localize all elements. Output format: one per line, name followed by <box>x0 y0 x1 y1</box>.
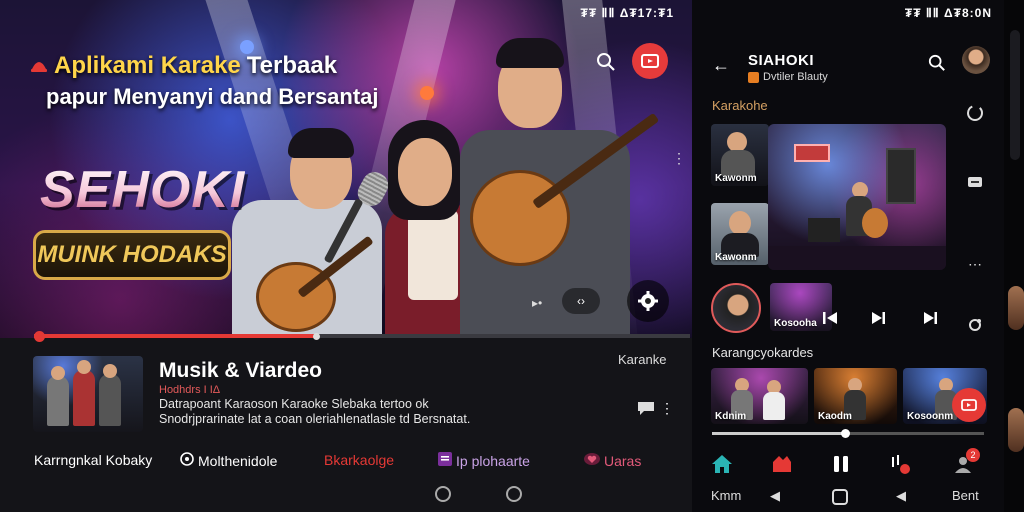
status-bar: ₮₮ ⅡⅡ Δ₮17:₮1 <box>580 6 674 20</box>
hero-title-accent: Aplikami Karake <box>54 52 241 79</box>
thumbnail-label: Kawonm <box>715 252 757 263</box>
account-icon[interactable]: 2 <box>950 448 980 476</box>
caret-icon[interactable]: ▸• <box>532 296 542 310</box>
nav-item-label: Ip plohaarte <box>456 452 530 469</box>
playback-progress-fill <box>34 334 317 338</box>
play-icon[interactable] <box>870 310 886 331</box>
system-home-button[interactable] <box>435 486 451 502</box>
video-thumbnail[interactable]: Kawonm <box>711 203 769 265</box>
status-bar: ₮₮ ⅡⅡ Δ₮8:0N <box>904 6 992 20</box>
nav-item-label: Uaras <box>604 452 642 469</box>
thumbnail-label: Kaodm <box>818 411 852 422</box>
section-heading: Karangcyokardes <box>712 345 814 360</box>
hero-subtitle: papur Menyanyi dand Bersantaj <box>46 84 379 109</box>
home-icon[interactable] <box>708 452 736 476</box>
cast-button[interactable] <box>952 388 986 422</box>
pause-icon[interactable] <box>827 452 855 476</box>
edge-thumbnail[interactable] <box>1008 286 1024 330</box>
channel-title: SIAHOKI <box>748 52 815 69</box>
video-thumbnail[interactable]: Kaodm <box>814 368 897 424</box>
avatar[interactable] <box>962 46 990 74</box>
channel-badge-icon <box>748 71 759 83</box>
refresh-icon[interactable] <box>964 102 986 124</box>
back-arrow-icon[interactable]: ← <box>712 55 730 76</box>
brand-badge: MUINK HODAKS <box>33 230 231 280</box>
loop-icon[interactable] <box>964 314 986 336</box>
nav-item-karaoke[interactable]: Karrngnkal Kobaky <box>34 452 152 468</box>
hero-title: Aplikami Karake Terbaak <box>30 52 337 80</box>
explore-icon[interactable] <box>768 452 796 476</box>
nav-item-label: Karrngnkal Kobaky <box>34 452 153 468</box>
video-thumbnail[interactable]: Kawonm <box>711 124 769 186</box>
neon-sign <box>794 144 830 162</box>
system-recents-button[interactable] <box>506 486 522 502</box>
thumbnail-label: Kawonm <box>715 173 757 184</box>
caption-icon[interactable] <box>964 172 986 194</box>
cast-button[interactable] <box>632 43 668 79</box>
cast-icon <box>641 54 659 68</box>
thumbnail-label: Kosoonm <box>907 411 954 422</box>
library-icon[interactable] <box>886 452 914 476</box>
channel-subtitle-text: Dvtiler Blauty <box>763 71 828 83</box>
previous-icon[interactable] <box>822 310 838 331</box>
more-options-icon[interactable]: ⋮ <box>660 400 674 417</box>
section-heading: Karakohe <box>712 98 768 113</box>
playback-scrubber[interactable] <box>313 333 321 340</box>
hero-title-rest: Terbaak <box>246 52 338 79</box>
mini-progress-fill <box>712 432 846 435</box>
hero-banner[interactable]: ₮₮ ⅡⅡ Δ₮17:₮1 Aplikami Karake Terbaak pa… <box>0 0 692 338</box>
disc-icon <box>180 452 194 469</box>
thumbnail-label: Kosooha <box>774 318 817 329</box>
playback-progress[interactable] <box>34 334 690 338</box>
thumbnail-label: Kdnim <box>715 411 747 422</box>
card-title[interactable]: Musik & Viardeo <box>159 359 322 383</box>
gear-icon <box>638 291 658 311</box>
card-description: Datrapoant Karaoson Karaoke Slebaka tert… <box>159 397 471 426</box>
heart-icon <box>584 452 600 469</box>
profile-avatar[interactable] <box>711 283 761 333</box>
edge-thumbnail[interactable] <box>1008 408 1024 452</box>
system-back-icon[interactable]: ◀ <box>770 488 780 504</box>
skip-controls[interactable]: ‹› <box>562 288 600 314</box>
settings-button[interactable] <box>627 280 669 322</box>
nav-item-label: Bkarkaolge <box>324 452 395 468</box>
nav-item-favorites[interactable]: Uaras <box>584 452 641 469</box>
hat-icon <box>30 52 48 80</box>
playlist-icon <box>438 452 452 469</box>
featured-video[interactable] <box>768 124 946 270</box>
search-icon[interactable] <box>928 54 946 77</box>
speaker-icon <box>886 148 916 204</box>
tab-label-right: Bent <box>952 488 979 503</box>
more-options-icon[interactable]: ⋯ <box>964 253 986 275</box>
video-thumbnail[interactable] <box>33 356 143 432</box>
nav-item-playlist[interactable]: Ip plohaarte <box>438 452 530 469</box>
card-category: Karanke <box>618 352 667 367</box>
nav-item-label: Molthenidole <box>198 452 278 469</box>
chat-icon[interactable] <box>636 400 656 421</box>
video-thumbnail[interactable]: Kdnim <box>711 368 808 424</box>
dots-icon: ⋮ <box>672 150 686 166</box>
nav-item-trending[interactable]: Bkarkaolge <box>324 452 394 468</box>
edge-handle[interactable] <box>1010 30 1020 160</box>
playback-start-knob <box>34 331 45 342</box>
cast-icon <box>961 399 977 411</box>
search-icon[interactable] <box>596 52 616 72</box>
brand-logo: SEHOKI <box>40 161 246 219</box>
notification-badge: 2 <box>966 448 980 462</box>
tab-label-left: Kmm <box>711 488 742 503</box>
card-meta: Hodhdrs I IΔ <box>159 384 221 396</box>
channel-subtitle: Dvtiler Blauty <box>748 71 828 83</box>
main-pane: ₮₮ ⅡⅡ Δ₮17:₮1 Aplikami Karake Terbaak pa… <box>0 0 692 512</box>
next-icon[interactable] <box>922 310 938 331</box>
stage-light <box>420 86 434 100</box>
system-back-icon[interactable]: ◀ <box>896 488 906 504</box>
system-home-button[interactable] <box>832 489 848 505</box>
nav-item-music[interactable]: Molthenidole <box>180 452 277 469</box>
